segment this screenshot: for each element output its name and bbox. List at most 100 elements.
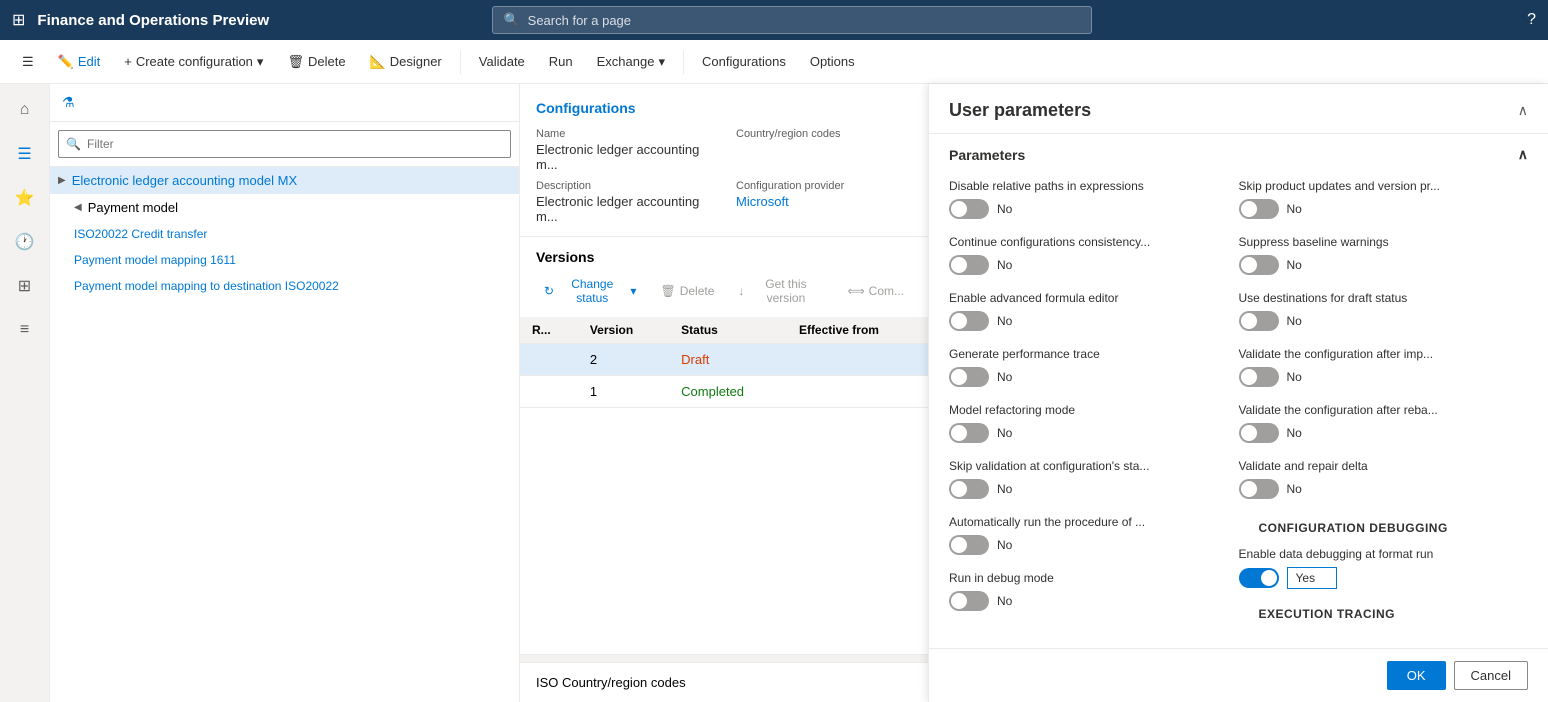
toggle-label-6: No [997,538,1012,552]
search-icon: 🔍 [503,12,519,28]
versions-title: Versions [520,237,928,273]
sidebar-icon-recent[interactable]: 🕐 [7,224,43,260]
table-row[interactable]: 1 Completed [520,376,928,408]
edit-button[interactable]: ✏️ Edit [48,48,111,76]
delete-button[interactable]: 🗑 Delete [277,48,355,76]
right-toggle-label-1: No [1287,258,1302,272]
enable-debug-toggle[interactable] [1239,568,1279,588]
tree-items: ▶ Electronic ledger accounting model MX … [50,167,519,702]
toggle-3[interactable] [949,367,989,387]
right-toggle-0[interactable] [1239,199,1279,219]
sidebar-icon-filter[interactable]: ☰ [7,136,43,172]
filter-button[interactable]: ⚗ [58,90,79,115]
tree-item-4[interactable]: Payment model mapping to destination ISO… [50,273,519,299]
sidebar-icon-favorites[interactable]: ⭐ [7,180,43,216]
toggle-1[interactable] [949,255,989,275]
horizontal-scrollbar[interactable] [520,654,928,662]
tree-filter: 🔍 [50,122,519,167]
versions-section: Versions ↻ Change status ▾ 🗑 Delete ↓ Ge… [520,236,928,654]
iso-title: ISO Country/region codes [536,675,912,690]
ok-button[interactable]: OK [1387,661,1446,690]
param-label-1: Continue configurations consistency... [949,235,1239,249]
right-param-control-1: No [1239,255,1529,275]
help-icon[interactable]: ? [1527,11,1536,29]
compare-icon: ⟺ [847,284,864,298]
right-param-row-4: Validate the configuration after reba...… [1239,395,1529,451]
expand-icon-1: ◀ [74,202,82,213]
provider-value[interactable]: Microsoft [736,194,912,209]
collapse-button[interactable]: ∧ [1518,102,1528,119]
panel-content: Parameters ∧ Disable relative paths in e… [929,134,1548,648]
param-control-1: No [949,255,1239,275]
params-grid: Disable relative paths in expressions No… [929,171,1548,625]
right-toggle-4[interactable] [1239,423,1279,443]
toggle-7[interactable] [949,591,989,611]
col-effective: Effective from [787,317,928,344]
param-control-7: No [949,591,1239,611]
param-label-6: Automatically run the procedure of ... [949,515,1239,529]
toggle-2[interactable] [949,311,989,331]
param-control-3: No [949,367,1239,387]
panel-footer: OK Cancel [929,648,1548,702]
get-version-button[interactable]: ↓ Get this version [730,273,831,309]
configurations-title: Configurations [536,100,912,116]
versions-table: R... Version Status Effective from 2 Dra… [520,317,928,408]
collapse-params-icon[interactable]: ∧ [1518,146,1528,163]
right-toggle-2[interactable] [1239,311,1279,331]
app-title: Finance and Operations Preview [37,12,269,29]
right-param-label-1: Suppress baseline warnings [1239,235,1529,249]
edit-icon: ✏️ [58,54,74,70]
toggle-5[interactable] [949,479,989,499]
exchange-button[interactable]: Exchange ▾ [587,48,675,76]
enable-debug-label: Enable data debugging at format run [1239,547,1529,561]
designer-icon: 📐 [370,54,386,70]
create-config-button[interactable]: + Create configuration ▾ [114,48,273,76]
options-button[interactable]: Options [800,48,865,75]
cancel-button[interactable]: Cancel [1454,661,1528,690]
filter-input[interactable] [58,130,511,158]
tree-item-label-2: ISO20022 Credit transfer [74,227,511,241]
toggle-label-3: No [997,370,1012,384]
tree-item-0[interactable]: ▶ Electronic ledger accounting model MX [50,167,519,194]
right-param-row-5: Validate and repair delta No [1239,451,1529,507]
param-row-6: Automatically run the procedure of ... N… [949,507,1239,563]
configurations-button[interactable]: Configurations [692,48,796,75]
trash-icon: 🗑 [660,284,675,298]
nav-menu-button[interactable]: ☰ [12,48,44,76]
cell-status-0: Draft [669,344,787,376]
compare-button[interactable]: ⟺ Com... [839,280,912,302]
grid-icon[interactable]: ⊞ [12,10,25,30]
tree-item-3[interactable]: Payment model mapping 1611 [50,247,519,273]
param-control-4: No [949,423,1239,443]
param-label-3: Generate performance trace [949,347,1239,361]
download-icon: ↓ [738,284,744,298]
table-row[interactable]: 2 Draft [520,344,928,376]
param-label-0: Disable relative paths in expressions [949,179,1239,193]
description-label: Description [536,180,712,192]
run-button[interactable]: Run [539,48,583,75]
sidebar-icon-home[interactable]: ⌂ [7,92,43,128]
right-toggle-3[interactable] [1239,367,1279,387]
right-param-control-5: No [1239,479,1529,499]
tree-item-2[interactable]: ISO20022 Credit transfer [50,221,519,247]
top-bar: ⊞ Finance and Operations Preview 🔍 Searc… [0,0,1548,40]
sidebar-icon-list[interactable]: ≡ [7,312,43,348]
right-param-row-3: Validate the configuration after imp... … [1239,339,1529,395]
right-toggle-5[interactable] [1239,479,1279,499]
toggle-4[interactable] [949,423,989,443]
right-param-label-3: Validate the configuration after imp... [1239,347,1529,361]
designer-button[interactable]: 📐 Designer [360,48,452,76]
sidebar-icon-workspaces[interactable]: ⊞ [7,268,43,304]
search-bar[interactable]: 🔍 Search for a page [492,6,1092,34]
toggle-0[interactable] [949,199,989,219]
separator2 [683,50,684,74]
right-param-label-0: Skip product updates and version pr... [1239,179,1529,193]
delete-version-button[interactable]: 🗑 Delete [652,280,722,302]
validate-button[interactable]: Validate [469,48,535,75]
change-status-button[interactable]: ↻ Change status ▾ [536,273,644,309]
tree-item-1[interactable]: ◀ Payment model [50,194,519,221]
right-toggle-1[interactable] [1239,255,1279,275]
description-field: Description Electronic ledger accounting… [536,180,712,224]
param-control-2: No [949,311,1239,331]
toggle-6[interactable] [949,535,989,555]
